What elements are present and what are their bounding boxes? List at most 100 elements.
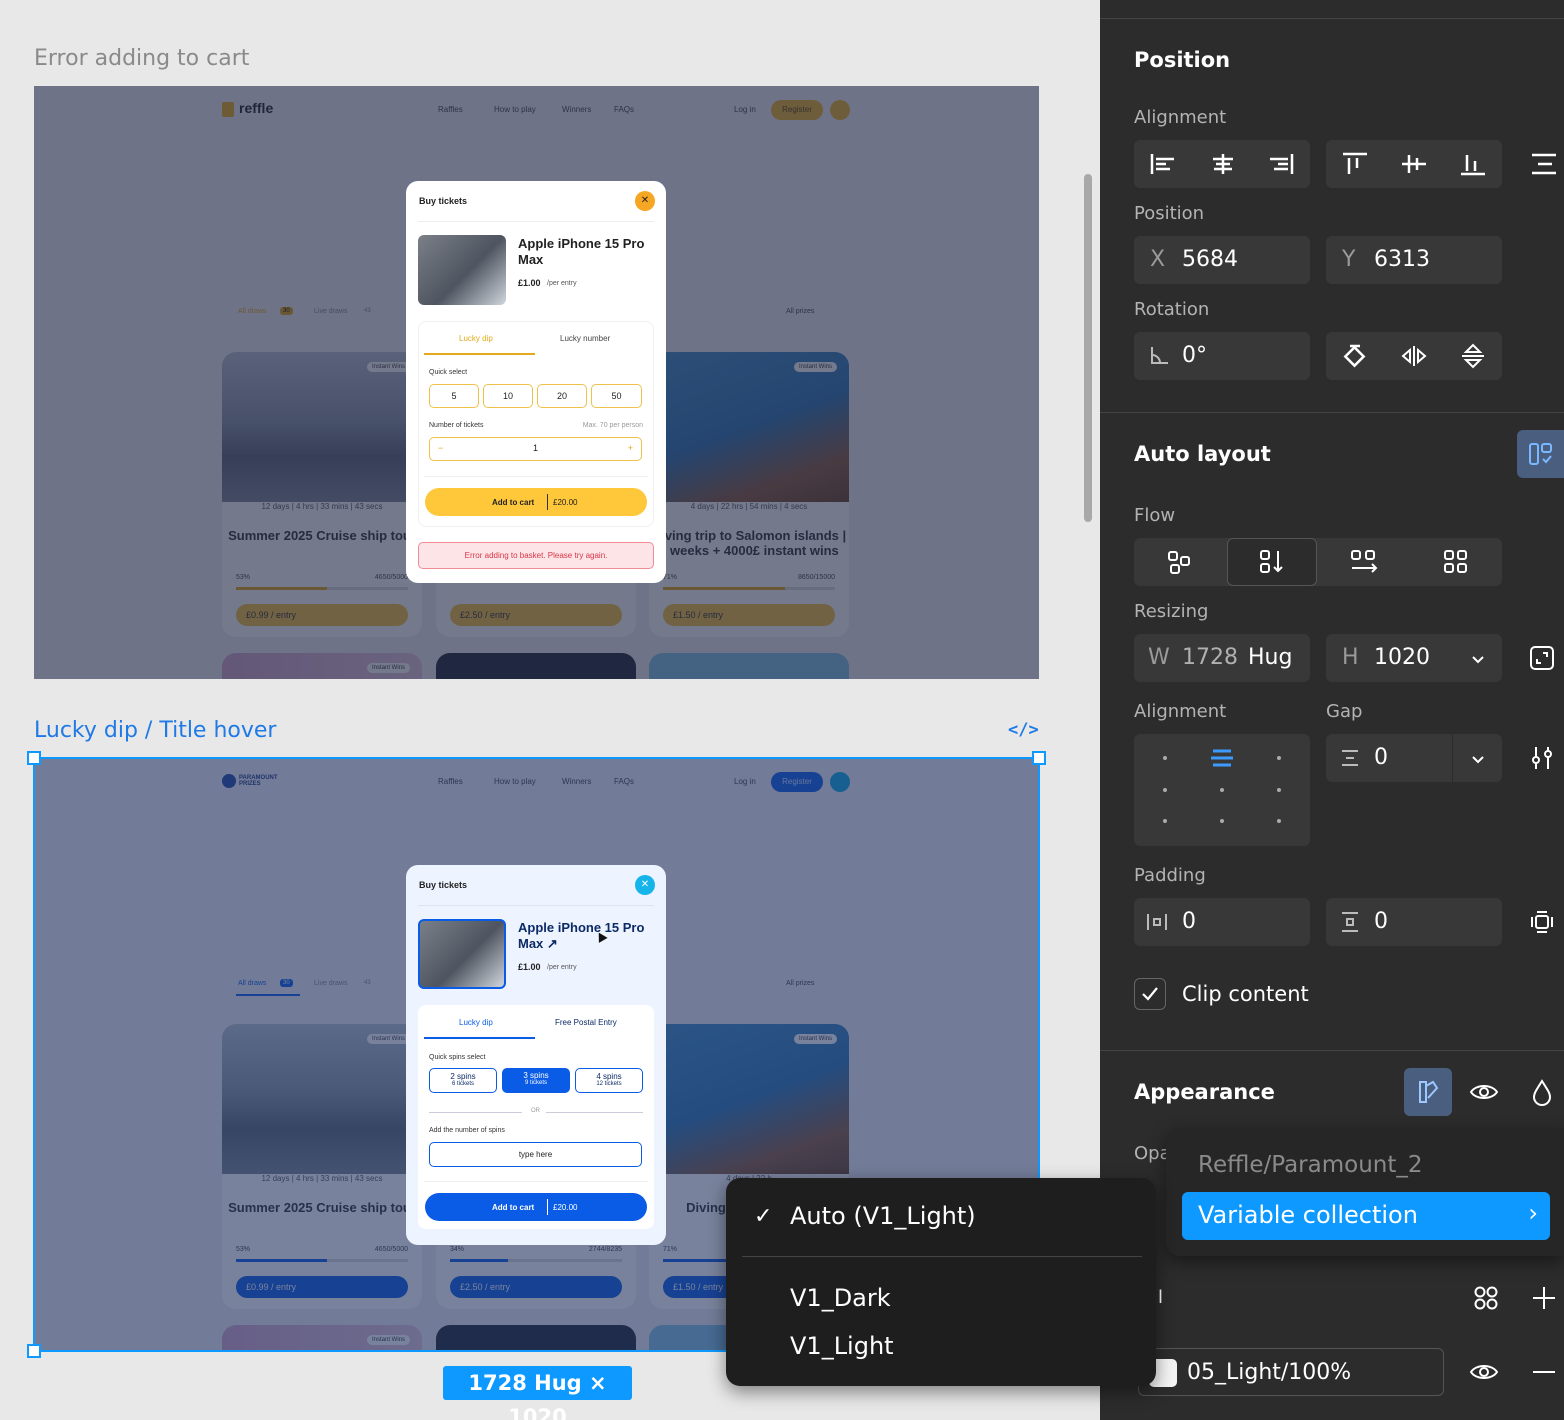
resize-handle-bl[interactable] bbox=[27, 1344, 41, 1358]
clip-content-checkbox[interactable] bbox=[1134, 978, 1166, 1010]
prize-card-cruise[interactable]: Instant Wins 12 days | 4 hrs | 33 mins |… bbox=[222, 352, 422, 637]
nav-how-to-play[interactable]: How to play bbox=[494, 777, 536, 786]
height-field[interactable]: H 1020 bbox=[1326, 634, 1502, 682]
register-button[interactable]: Register bbox=[771, 772, 823, 792]
blend-drop-icon[interactable] bbox=[1524, 1068, 1560, 1116]
gap-field[interactable]: 0 bbox=[1326, 734, 1502, 782]
quick-select-50[interactable]: 50 bbox=[591, 384, 642, 408]
prize-card-4[interactable]: Instant Wins bbox=[222, 653, 422, 679]
align-middle-icon[interactable] bbox=[1385, 140, 1443, 188]
mode-option-dark[interactable]: V1_Dark bbox=[790, 1284, 891, 1312]
tab-lucky-dip[interactable]: Lucky dip bbox=[459, 334, 493, 343]
fill-variable-field[interactable]: 05_Light/100% bbox=[1138, 1348, 1444, 1396]
quick-select-20[interactable]: 20 bbox=[537, 384, 587, 408]
prize-card-4[interactable]: Instant Wins bbox=[222, 1325, 422, 1351]
tab-lucky-dip[interactable]: Lucky dip bbox=[459, 1018, 493, 1027]
rotate-90-icon[interactable] bbox=[1326, 332, 1384, 380]
mode-option-auto[interactable]: Auto (V1_Light) bbox=[790, 1202, 976, 1230]
cart-icon[interactable] bbox=[830, 100, 850, 120]
add-to-cart-button[interactable]: Add to cart £20.00 bbox=[425, 488, 647, 516]
quick-select-5[interactable]: 5 bbox=[429, 384, 479, 408]
tab-lucky-number[interactable]: Lucky number bbox=[560, 334, 610, 343]
login-link[interactable]: Log in bbox=[734, 105, 756, 114]
vertical-padding-field[interactable]: 0 bbox=[1326, 898, 1502, 946]
align-center-h-icon[interactable] bbox=[1194, 140, 1252, 188]
resize-handle-tr[interactable] bbox=[1032, 751, 1046, 765]
flow-vertical-icon[interactable] bbox=[1227, 538, 1317, 586]
prize-card-6[interactable] bbox=[649, 653, 849, 679]
nav-raffles[interactable]: Raffles bbox=[438, 105, 463, 114]
remove-fill-minus-icon[interactable] bbox=[1524, 1352, 1564, 1392]
x-position-field[interactable]: X 5684 bbox=[1134, 236, 1310, 284]
all-prizes-filter[interactable]: All prizes bbox=[786, 980, 814, 987]
flip-vertical-icon[interactable] bbox=[1444, 332, 1502, 380]
nav-faqs[interactable]: FAQs bbox=[614, 105, 634, 114]
rotation-field[interactable]: 0° bbox=[1134, 332, 1310, 380]
ticket-quantity-stepper[interactable]: − 1 + bbox=[429, 437, 642, 461]
prize-card-diving[interactable]: Instant Wins 4 days | 22 hrs | 54 mins |… bbox=[649, 352, 849, 637]
prize-title[interactable]: Summer 2025 Cruise ship tour bbox=[222, 528, 422, 543]
layout-settings-icon[interactable] bbox=[1526, 742, 1558, 774]
flow-freeform-icon[interactable] bbox=[1134, 538, 1226, 586]
prize-card-5[interactable] bbox=[436, 1325, 636, 1351]
code-icon[interactable]: </> bbox=[1008, 720, 1039, 740]
close-icon[interactable]: ✕ bbox=[635, 191, 655, 211]
prize-card-5[interactable] bbox=[436, 653, 636, 679]
fill-visibility-eye-icon[interactable] bbox=[1464, 1352, 1504, 1392]
register-button[interactable]: Register bbox=[771, 100, 823, 120]
plus-icon[interactable]: + bbox=[628, 443, 633, 453]
visibility-eye-icon[interactable] bbox=[1464, 1068, 1504, 1116]
entry-button[interactable]: £1.50 / entry bbox=[663, 604, 835, 626]
mode-option-light[interactable]: V1_Light bbox=[790, 1332, 894, 1360]
entry-button[interactable]: £0.99 / entry bbox=[236, 1276, 408, 1298]
all-prizes-filter[interactable]: All prizes bbox=[786, 308, 814, 315]
close-icon[interactable]: ✕ bbox=[635, 875, 655, 895]
nav-raffles[interactable]: Raffles bbox=[438, 777, 463, 786]
minus-icon[interactable]: − bbox=[438, 443, 443, 453]
spins-option-3-selected[interactable]: 3 spins 9 tickets bbox=[502, 1068, 570, 1093]
product-title-hover[interactable]: Apple iPhone 15 Pro Max ↗ bbox=[518, 920, 653, 952]
alignment-grid[interactable] bbox=[1134, 734, 1310, 846]
constraints-icon[interactable] bbox=[1526, 642, 1558, 674]
nav-winners[interactable]: Winners bbox=[562, 105, 591, 114]
spins-input[interactable]: type here bbox=[429, 1142, 642, 1167]
add-to-cart-button[interactable]: Add to cart £20.00 bbox=[425, 1193, 647, 1221]
entry-button[interactable]: £2.50 / entry bbox=[450, 604, 622, 626]
canvas-scrollbar[interactable] bbox=[1084, 174, 1092, 522]
frame-title-error[interactable]: Error adding to cart bbox=[34, 46, 249, 71]
nav-winners[interactable]: Winners bbox=[562, 777, 591, 786]
login-link[interactable]: Log in bbox=[734, 777, 756, 786]
nav-faqs[interactable]: FAQs bbox=[614, 777, 634, 786]
add-fill-plus-icon[interactable] bbox=[1524, 1278, 1564, 1318]
entry-button[interactable]: £2.50 / entry bbox=[450, 1276, 622, 1298]
styles-grid-icon[interactable] bbox=[1466, 1278, 1506, 1318]
flow-grid-icon[interactable] bbox=[1410, 538, 1502, 586]
quick-select-10[interactable]: 10 bbox=[483, 384, 533, 408]
resize-handle-tl[interactable] bbox=[27, 751, 41, 765]
variable-collection-item[interactable]: Variable collection › bbox=[1182, 1192, 1550, 1240]
prize-title[interactable]: Diving trip to Salomon islands | 2 weeks… bbox=[649, 528, 849, 558]
align-left-icon[interactable] bbox=[1134, 140, 1192, 188]
nav-how-to-play[interactable]: How to play bbox=[494, 105, 536, 114]
auto-layout-toggle-icon[interactable] bbox=[1517, 430, 1564, 478]
prize-title[interactable]: Summer 2025 Cruise ship tour bbox=[222, 1200, 422, 1215]
frame-title-lucky-dip[interactable]: Lucky dip / Title hover bbox=[34, 718, 276, 743]
spins-option-2[interactable]: 2 spins 6 tickets bbox=[429, 1068, 497, 1093]
tab-all-draws[interactable]: All draws bbox=[238, 308, 266, 315]
tab-live-draws[interactable]: Live draws bbox=[314, 980, 347, 987]
entry-button[interactable]: £0.99 / entry bbox=[236, 604, 408, 626]
horizontal-padding-field[interactable]: 0 bbox=[1134, 898, 1310, 946]
prize-card-cruise[interactable]: Instant Wins 12 days | 4 hrs | 33 mins |… bbox=[222, 1024, 422, 1309]
width-field[interactable]: W 1728 Hug bbox=[1134, 634, 1310, 682]
align-top-icon[interactable] bbox=[1326, 140, 1384, 188]
variable-mode-icon[interactable] bbox=[1404, 1068, 1452, 1116]
frame-error-adding-to-cart[interactable]: reffle Raffles How to play Winners FAQs … bbox=[34, 86, 1039, 679]
flip-horizontal-icon[interactable] bbox=[1385, 332, 1443, 380]
quantity-value[interactable]: 1 bbox=[533, 443, 538, 453]
tab-live-draws[interactable]: Live draws bbox=[314, 308, 347, 315]
y-position-field[interactable]: Y 6313 bbox=[1326, 236, 1502, 284]
spins-option-4[interactable]: 4 spins 12 tickets bbox=[575, 1068, 643, 1093]
product-title[interactable]: Apple iPhone 15 Pro Max bbox=[518, 236, 653, 268]
distribute-icon[interactable] bbox=[1526, 140, 1558, 188]
tab-all-draws[interactable]: All draws bbox=[238, 980, 266, 987]
